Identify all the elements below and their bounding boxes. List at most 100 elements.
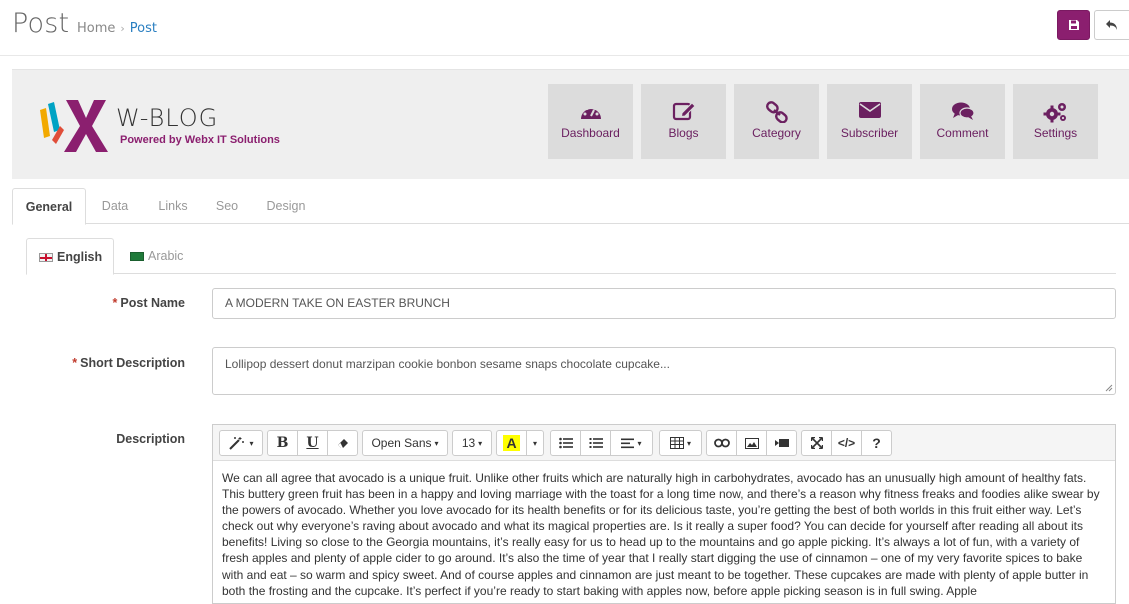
edit-icon [672,102,696,121]
gears-icon [1043,103,1066,123]
back-button[interactable] [1094,10,1129,40]
nav-tile-blogs[interactable]: Blogs [641,84,726,159]
toolbar-group-table: ▾ [659,430,702,456]
tab-english-label: English [57,250,103,264]
toolbar-group-color: A ▾ [496,430,544,456]
main-tabs: General Data Links Seo Design [12,188,1129,225]
short-description-text: Lollipop dessert donut marzipan cookie b… [225,357,670,371]
breadcrumb-home-link[interactable]: Home [77,21,115,36]
short-description-label-text: Short Description [80,356,185,370]
link-icon [713,438,730,448]
link-chain-icon [765,101,788,123]
ordered-list-button[interactable] [581,431,611,455]
nav-tile-label: Category [752,126,801,140]
rich-text-editor: ▾ B U Open Sans ▾ 13 ▾ A ▾ ▾ ▾ </> ? We … [212,424,1116,604]
insert-link-button[interactable] [707,431,737,455]
tab-general[interactable]: General [12,188,86,225]
page-header: Post Home › Post [0,0,1129,56]
toolbar-group-misc: </> ? [801,430,892,456]
caret-down-icon: ▾ [532,438,537,448]
dashboard-gauge-icon [580,105,601,119]
save-button[interactable] [1057,10,1090,40]
tab-data[interactable]: Data [96,188,134,224]
saudi-flag-icon [130,252,144,261]
language-tabs: English Arabic [26,238,1116,275]
tab-links[interactable]: Links [155,188,191,224]
help-button[interactable]: ? [862,431,891,455]
required-marker: * [72,356,78,370]
toolbar-group-style: ▾ [219,430,263,456]
font-size-value: 13 [461,436,476,450]
nav-tile-label: Subscriber [840,126,899,140]
short-description-textarea[interactable]: Lollipop dessert donut marzipan cookie b… [212,347,1116,395]
underline-button[interactable]: U [298,431,328,455]
nav-tile-label: Comment [936,126,989,140]
envelope-icon [858,102,881,118]
paragraph-align-dropdown[interactable]: ▾ [611,431,652,455]
list-ol-icon [589,438,603,448]
clear-format-button[interactable] [328,431,357,455]
logo-tagline: Powered by Webx IT Solutions [120,134,280,146]
nav-tile-category[interactable]: Category [734,84,819,159]
table-button[interactable]: ▾ [660,431,701,455]
bold-button[interactable]: B [268,431,298,455]
fullscreen-button[interactable] [802,431,832,455]
uk-flag-icon [39,253,53,262]
toolbar-group-fontsize: 13 ▾ [452,430,492,456]
toolbar-group-fontname: Open Sans ▾ [362,430,448,456]
picture-icon [744,437,759,449]
required-marker: * [112,296,118,310]
magic-wand-icon [229,437,245,450]
tab-design[interactable]: Design [265,188,307,224]
caret-down-icon: ▾ [434,438,439,448]
logo[interactable]: W-BLOG Powered by Webx IT Solutions [38,96,288,154]
editor-content[interactable]: We can all agree that avocado is a uniqu… [222,470,1106,599]
nav-tile-dashboard[interactable]: Dashboard [548,84,633,159]
font-family-value: Open Sans [371,436,432,450]
post-name-label-text: Post Name [120,296,185,310]
post-name-label: * Post Name [60,296,185,310]
code-view-button[interactable]: </> [832,431,862,455]
insert-image-button[interactable] [737,431,767,455]
font-color-dropdown[interactable]: ▾ [527,431,543,455]
eraser-icon [337,438,348,448]
unordered-list-button[interactable] [551,431,581,455]
align-left-icon [621,438,635,448]
logo-wordmark: W-BLOG [116,104,219,132]
description-label: Description [116,432,185,446]
breadcrumb: Home › Post [77,21,157,36]
caret-down-icon: ▾ [249,438,254,448]
font-color-button[interactable]: A [497,431,527,455]
reply-arrow-icon [1106,20,1117,30]
breadcrumb-separator-icon: › [120,22,125,35]
video-icon [774,439,789,447]
nav-tile-comment[interactable]: Comment [920,84,1005,159]
toolbar-group-paragraph: ▾ [550,430,653,456]
tab-seo[interactable]: Seo [213,188,241,224]
breadcrumb-current[interactable]: Post [130,21,157,36]
resize-grip-icon[interactable] [1105,384,1113,392]
toolbar-group-font: B U [267,430,358,456]
dashboard-band: W-BLOG Powered by Webx IT Solutions Dash… [12,69,1129,179]
font-size-dropdown[interactable]: 13 ▾ [453,431,491,455]
post-name-input[interactable]: A MODERN TAKE ON EASTER BRUNCH [212,288,1116,319]
tab-english[interactable]: English [26,238,114,275]
toolbar-group-insert [706,430,797,456]
expand-icon [810,437,823,449]
style-button[interactable]: ▾ [220,431,262,455]
caret-down-icon: ▾ [478,438,483,448]
nav-tile-label: Blogs [668,126,699,140]
tab-arabic[interactable]: Arabic [130,238,200,274]
logo-mark-icon [40,100,108,152]
short-description-label: * Short Description [40,356,185,370]
tab-arabic-label: Arabic [148,249,184,263]
nav-tile-subscriber[interactable]: Subscriber [827,84,912,159]
font-family-dropdown[interactable]: Open Sans ▾ [363,431,447,455]
insert-video-button[interactable] [767,431,796,455]
page-title: Post [12,8,70,39]
editor-toolbar: ▾ B U Open Sans ▾ 13 ▾ A ▾ ▾ ▾ </> ? [213,425,1115,461]
comments-icon [951,102,975,120]
nav-tile-settings[interactable]: Settings [1013,84,1098,159]
caret-down-icon: ▾ [686,438,691,448]
nav-tile-label: Settings [1033,126,1078,140]
